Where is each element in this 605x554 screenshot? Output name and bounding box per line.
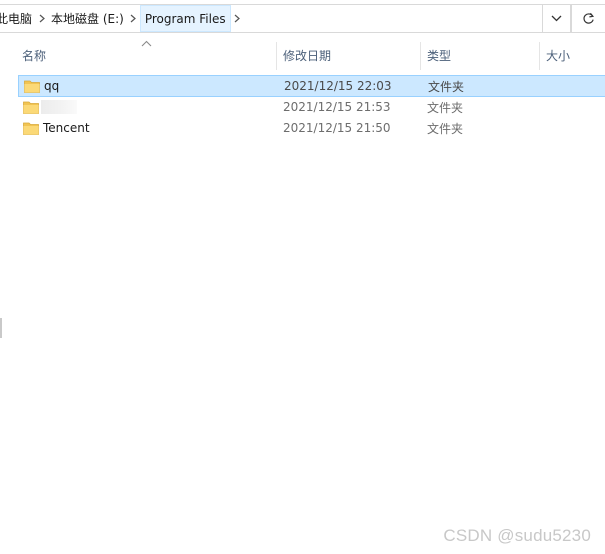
refresh-button[interactable] <box>571 4 605 33</box>
column-header-type[interactable]: 类型 <box>421 40 539 70</box>
chevron-right-icon[interactable] <box>127 5 140 32</box>
breadcrumb-this-pc[interactable]: 此电脑 <box>0 5 35 32</box>
watermark: CSDN @sudu5230 <box>443 526 591 545</box>
file-date: 2021/12/15 21:53 <box>283 100 391 114</box>
file-type: 文件夹 <box>427 100 464 115</box>
file-name-cell: qq <box>24 76 59 96</box>
chevron-down-icon <box>551 15 562 22</box>
redacted-file-name <box>41 100 77 114</box>
column-headers: 名称 修改日期 类型 大小 <box>0 40 605 70</box>
pane-splitter[interactable] <box>0 318 2 338</box>
column-header-name[interactable]: 名称 <box>16 40 276 70</box>
file-name-cell <box>23 96 77 118</box>
file-name-cell: Tencent <box>23 117 90 139</box>
refresh-icon <box>583 12 595 24</box>
file-row-qq[interactable]: qq 2021/12/15 22:03 文件夹 <box>18 75 605 97</box>
file-date: 2021/12/15 21:50 <box>283 121 391 135</box>
file-type: 文件夹 <box>428 79 465 94</box>
file-name: qq <box>44 79 60 93</box>
file-name: Tencent <box>43 121 90 135</box>
column-header-date[interactable]: 修改日期 <box>277 40 420 70</box>
file-date: 2021/12/15 22:03 <box>284 79 392 93</box>
folder-icon <box>23 122 39 135</box>
folder-icon <box>23 101 39 114</box>
breadcrumb-program-files[interactable]: Program Files <box>139 5 231 32</box>
folder-icon <box>24 80 40 93</box>
chevron-right-icon[interactable] <box>231 5 244 32</box>
file-row-tencent[interactable]: Tencent 2021/12/15 21:50 文件夹 <box>18 117 605 139</box>
column-header-size[interactable]: 大小 <box>540 40 605 70</box>
file-row-redacted[interactable]: 2021/12/15 21:53 文件夹 <box>18 96 605 118</box>
breadcrumb-local-disk[interactable]: 本地磁盘 (E:) <box>48 5 127 32</box>
address-history-button[interactable] <box>543 4 571 33</box>
file-type: 文件夹 <box>427 121 464 136</box>
chevron-right-icon[interactable] <box>35 5 48 32</box>
file-explorer-window: 此电脑 本地磁盘 (E:) Program Files 名称 修改日期 类型 大… <box>0 0 605 554</box>
address-bar[interactable]: 此电脑 本地磁盘 (E:) Program Files <box>0 4 543 33</box>
